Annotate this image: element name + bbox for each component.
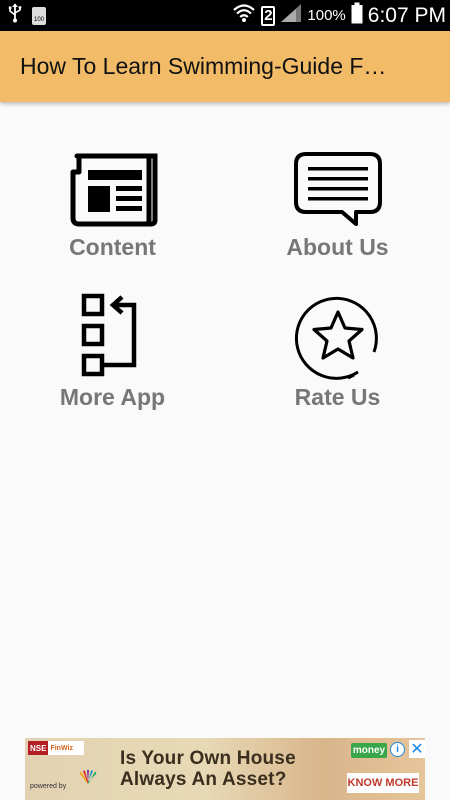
wifi-icon <box>232 3 256 28</box>
ad-logo-nse: NSE <box>28 741 49 755</box>
ad-sponsor-logo: NSE FinWiz <box>28 741 84 755</box>
ad-close-icon[interactable]: ✕ <box>409 740 425 758</box>
peacock-logo-icon <box>77 769 99 791</box>
signal-icon <box>280 3 302 28</box>
menu-item-rate-us[interactable]: Rate Us <box>225 290 450 411</box>
menu-item-label: Content <box>69 234 156 260</box>
battery-icon <box>351 2 363 29</box>
usb-icon <box>8 3 22 28</box>
ad-cta-button[interactable]: KNOW MORE <box>347 773 419 793</box>
menu-item-label: More App <box>59 384 166 410</box>
newspaper-icon <box>67 150 159 228</box>
app-bar: How To Learn Swimming-Guide F… <box>0 31 450 102</box>
star-circle-icon <box>292 290 384 384</box>
ad-headline: Is Your Own House Always An Asset? <box>120 748 296 790</box>
battery-percent: 100% <box>307 7 346 24</box>
ad-banner[interactable]: NSE FinWiz powered by Is Your Own House … <box>25 738 425 800</box>
apps-list-icon <box>67 290 159 384</box>
ad-info-icon[interactable]: i <box>390 742 405 757</box>
ad-headline-line-2: Always An Asset? <box>120 769 287 790</box>
menu-item-label: Rate Us <box>294 384 381 410</box>
app-title: How To Learn Swimming-Guide F… <box>20 53 387 79</box>
clock: 6:07 PM <box>367 3 446 27</box>
ad-headline-line-1: Is Your Own House <box>120 748 296 769</box>
chat-bubble-icon <box>292 150 384 228</box>
status-bar: 100 2 100% 6:07 PM <box>0 0 450 31</box>
sd-card-label: 100 <box>33 16 44 23</box>
menu-item-about-us[interactable]: About Us <box>225 150 450 261</box>
ad-powered-by: powered by <box>30 783 67 790</box>
ad-logo-partner: FinWiz <box>50 744 73 752</box>
sd-card-icon: 100 <box>32 6 46 25</box>
menu-item-more-app[interactable]: More App <box>0 290 225 411</box>
menu-item-content[interactable]: Content <box>0 150 225 261</box>
sim-badge: 2 <box>261 5 276 26</box>
menu-item-label: About Us <box>286 234 389 260</box>
ad-brand-badge: money <box>351 743 387 758</box>
